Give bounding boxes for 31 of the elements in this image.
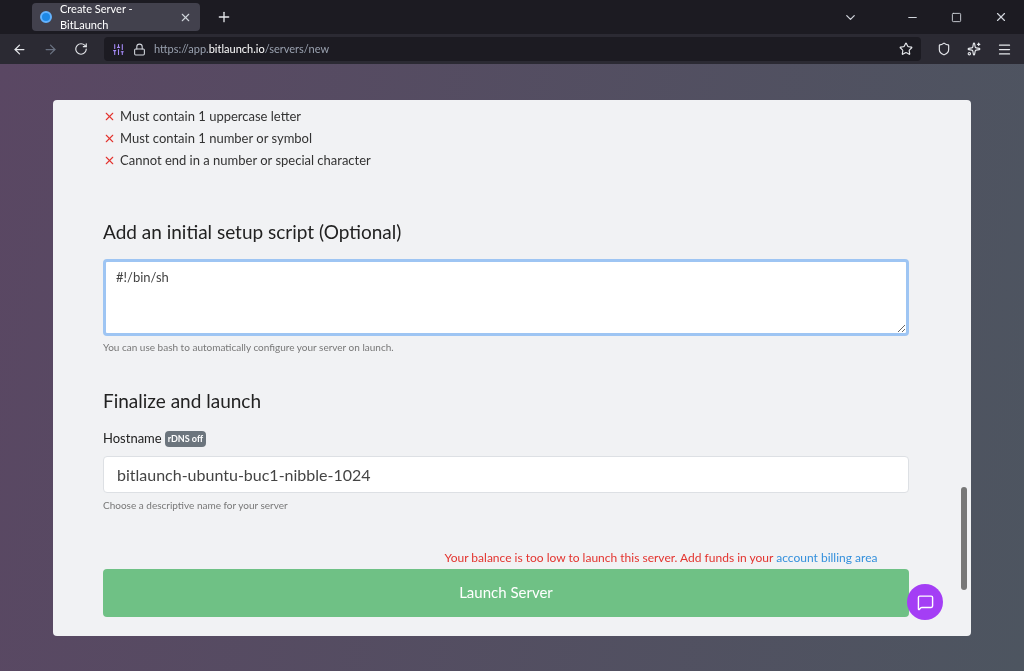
script-textarea[interactable]: #!/bin/sh	[103, 258, 909, 336]
section-heading: Finalize and launch	[103, 387, 262, 414]
close-window-icon[interactable]	[994, 10, 1008, 24]
help-text: You can use bash to automatically configure your server on launch.	[103, 339, 395, 355]
hostname-label: Hostname	[103, 429, 162, 448]
rdns-badge: rDNS off	[164, 431, 207, 447]
lock-icon	[133, 42, 146, 56]
address-bar[interactable]: https://app.bitlaunch.io/servers/new	[104, 37, 921, 61]
extension-icon[interactable]	[967, 42, 981, 56]
chat-button[interactable]	[907, 584, 943, 620]
balance-warning: Your balance is too low to launch this server. Add funds in your account billing area	[443, 548, 879, 567]
bookmark-icon[interactable]	[899, 42, 913, 56]
tab-title: Create Server - BitLaunch	[60, 0, 134, 33]
permissions-icon[interactable]	[112, 42, 125, 56]
section-heading: Add an initial setup script (Optional)	[103, 219, 403, 245]
hostname-field[interactable]: bitlaunch-ubuntu-buc1-nibble-1024	[103, 455, 909, 493]
url-text: https://app.bitlaunch.io/servers/new	[154, 40, 331, 57]
new-tab-icon[interactable]	[216, 9, 232, 25]
shield-icon[interactable]	[937, 42, 951, 56]
maximize-icon[interactable]	[951, 11, 962, 23]
chat-icon	[916, 593, 934, 611]
help-text: Choose a descriptive name for your server	[103, 497, 289, 513]
password-rule: Must contain 1 number or symbol	[120, 128, 313, 148]
password-rule: Cannot end in a number or special character	[120, 150, 371, 170]
reload-icon[interactable]	[74, 42, 88, 56]
menu-icon[interactable]	[997, 41, 1012, 57]
forward-icon[interactable]	[43, 41, 58, 57]
back-icon[interactable]	[12, 41, 27, 57]
browser-tab[interactable]: Create Server - BitLaunch	[32, 3, 200, 31]
site-icon	[40, 11, 52, 23]
password-rule: Must contain 1 uppercase letter	[120, 106, 302, 126]
